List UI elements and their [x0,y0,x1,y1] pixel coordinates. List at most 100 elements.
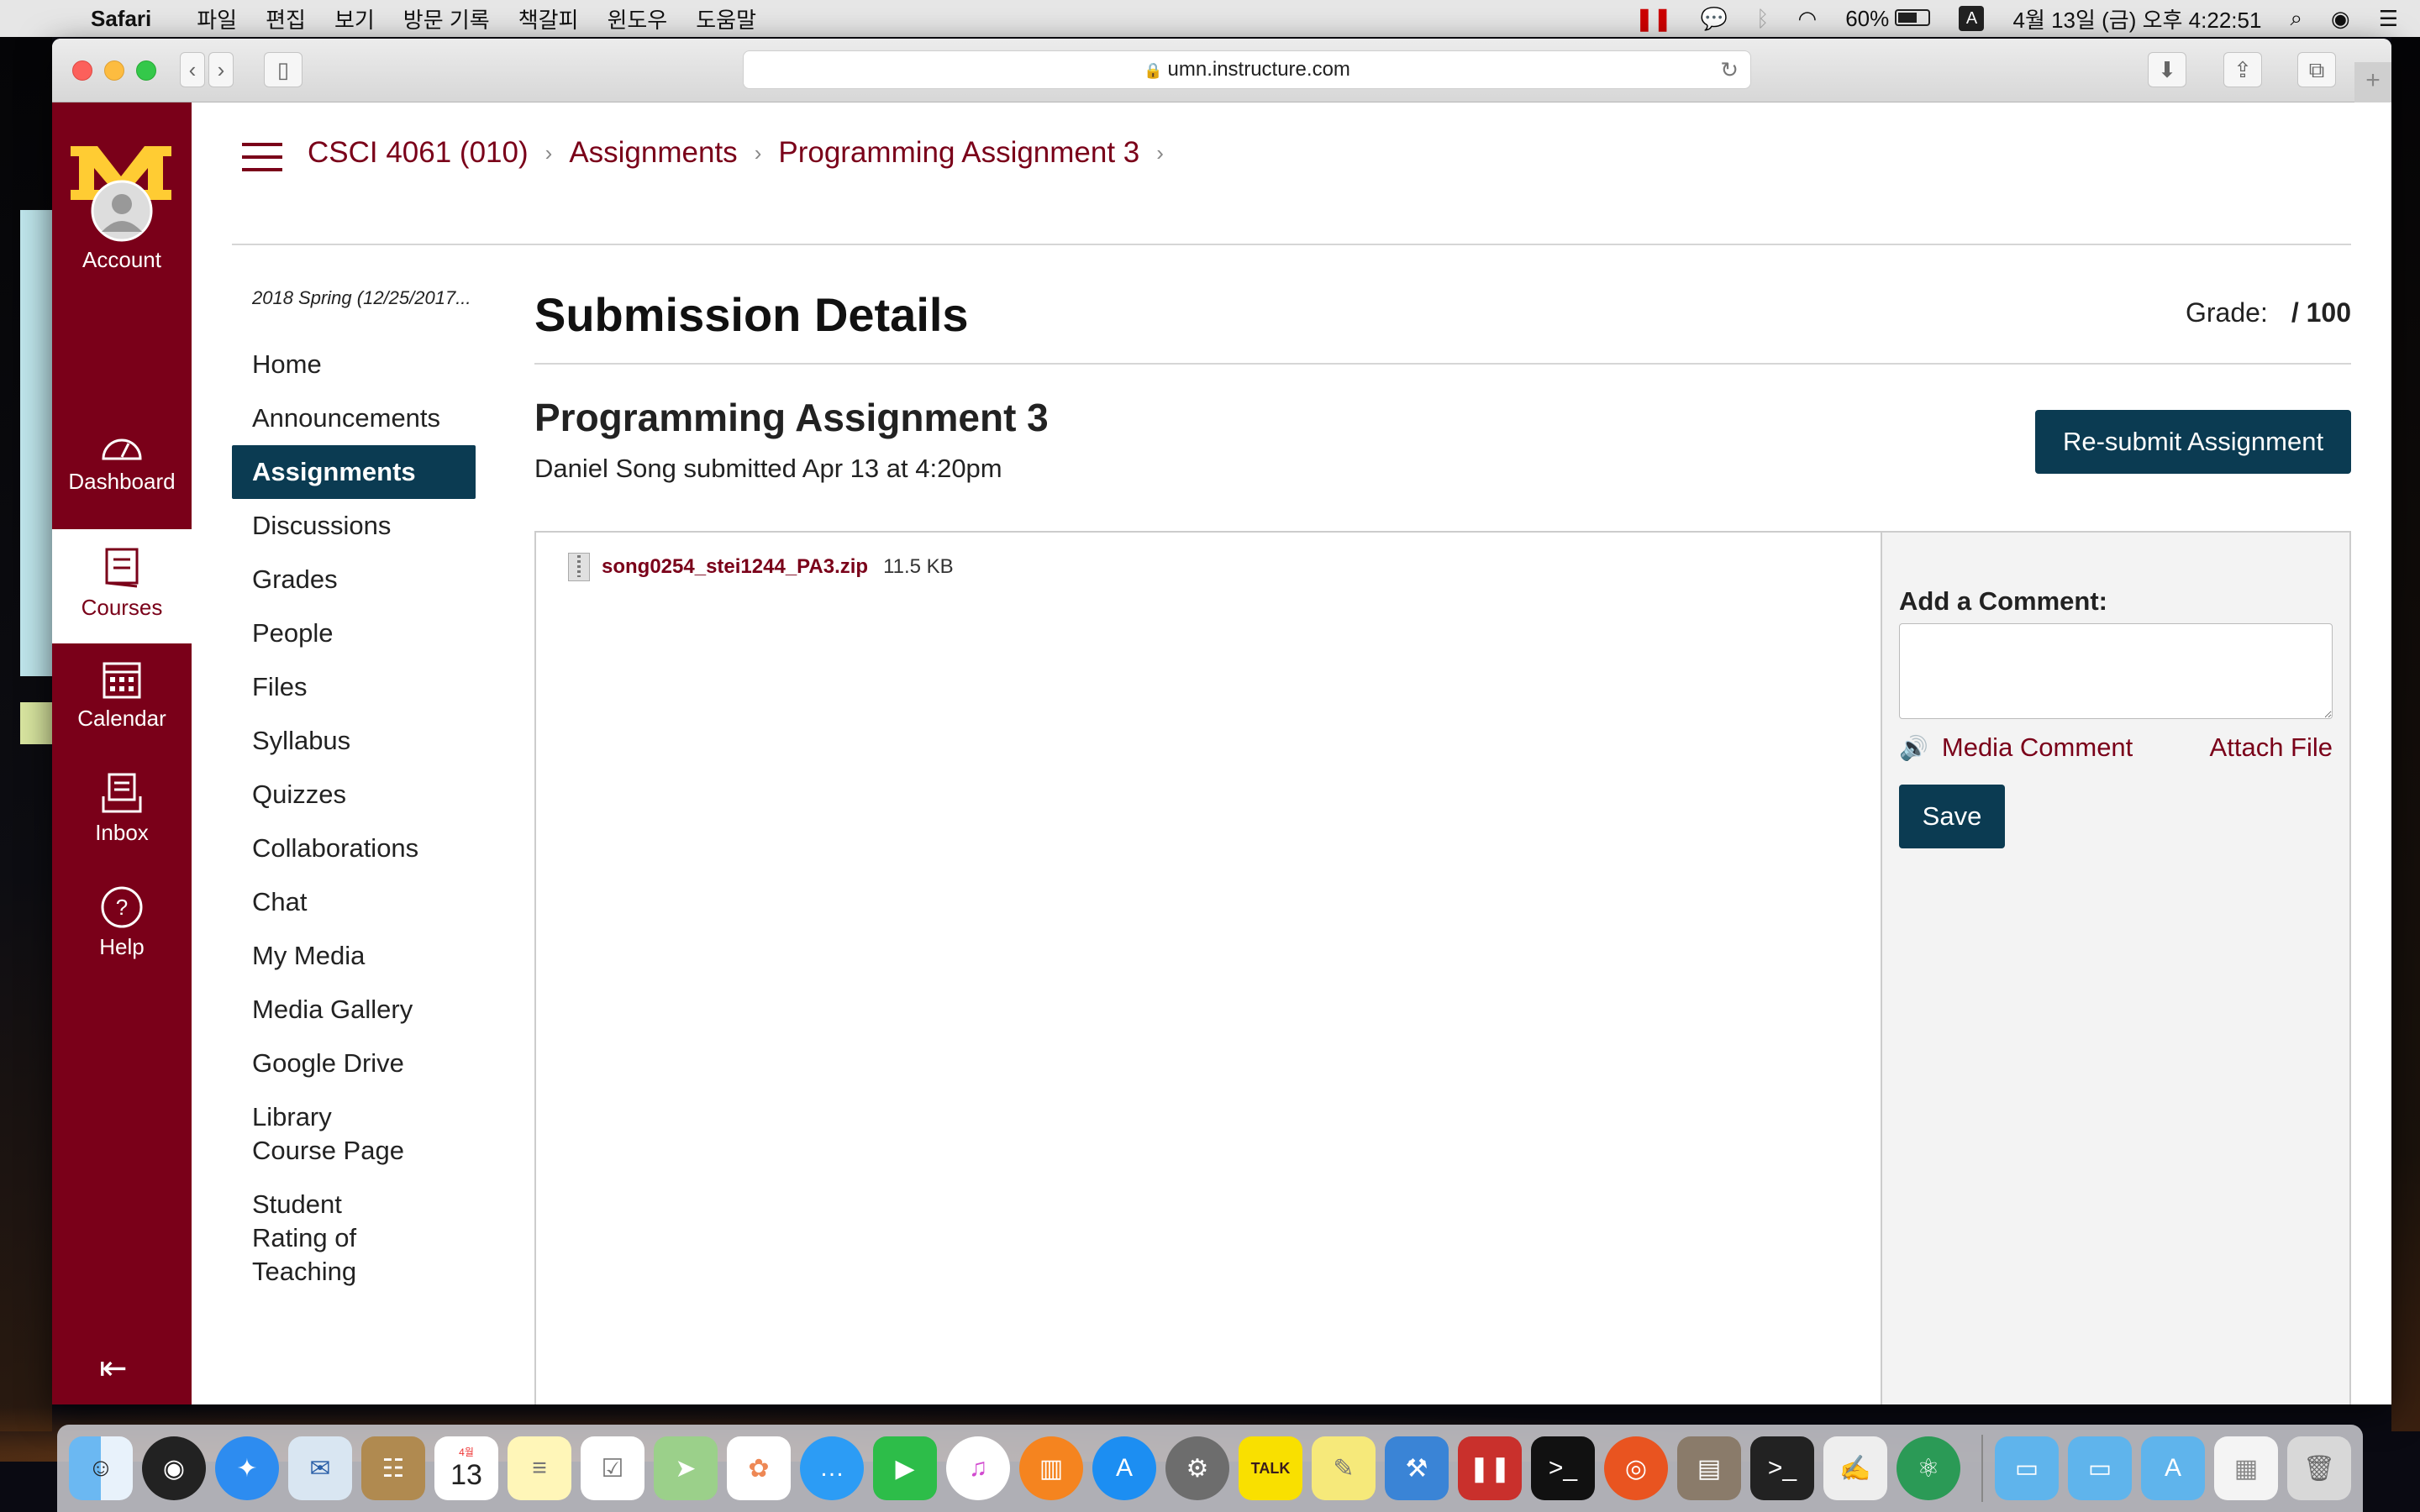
trash-icon[interactable]: 🗑 [2287,1436,2351,1500]
downloads-icon[interactable]: ⬇ [2148,52,2186,87]
menu-help[interactable]: 도움말 [696,3,756,34]
course-nav-quizzes[interactable]: Quizzes [232,768,476,822]
parallels-status-icon[interactable]: ❚❚ [1635,6,1672,32]
app-store-icon[interactable]: A [1092,1436,1156,1500]
course-nav-my-media[interactable]: My Media [232,929,476,983]
course-nav-assignments[interactable]: Assignments [232,445,476,499]
forward-button[interactable]: › [208,52,234,87]
save-comment-button[interactable]: Save [1899,785,2005,848]
global-nav-label: Inbox [95,820,149,845]
messages-icon[interactable]: … [800,1436,864,1500]
menu-history[interactable]: 방문 기록 [403,3,490,34]
minimize-window-button[interactable] [104,60,124,81]
close-window-button[interactable] [72,60,92,81]
bluetooth-icon[interactable]: ᛒ [1756,6,1770,32]
fullscreen-window-button[interactable] [136,60,156,81]
course-nav-announcements[interactable]: Announcements [232,391,476,445]
share-icon[interactable]: ⇪ [2223,52,2262,87]
global-nav-help[interactable]: ? Help [52,885,192,960]
itunes-icon[interactable]: ♫ [946,1436,1010,1500]
wifi-icon[interactable]: ◠ [1798,6,1818,32]
global-nav-calendar[interactable]: Calendar [52,659,192,732]
siri-dock-icon[interactable]: ◉ [142,1436,206,1500]
folder-icon-2[interactable]: ▭ [2068,1436,2132,1500]
folder-icon[interactable]: ▭ [1995,1436,2059,1500]
applications-folder-icon[interactable]: A [2141,1436,2205,1500]
xcode-icon[interactable]: ⚒ [1385,1436,1449,1500]
back-button[interactable]: ‹ [180,52,205,87]
chat-status-icon[interactable]: 💬 [1701,6,1728,32]
course-nav-library-course-page[interactable]: Library Course Page [232,1090,442,1178]
breadcrumb-separator-icon: › [544,139,553,165]
new-tab-button[interactable]: + [2354,62,2391,102]
menu-edit[interactable]: 편집 [266,3,306,34]
mail-icon[interactable]: ✉ [288,1436,352,1500]
spotlight-search-icon[interactable]: ⌕ [2290,5,2302,32]
comment-textarea[interactable] [1899,623,2333,719]
course-menu-toggle-icon[interactable] [242,143,282,173]
notes-icon[interactable]: ≡ [508,1436,571,1500]
course-nav-grades[interactable]: Grades [232,553,476,606]
preview-stack-icon[interactable]: ▦ [2214,1436,2278,1500]
course-nav-people[interactable]: People [232,606,476,660]
course-nav-collaborations[interactable]: Collaborations [232,822,476,875]
global-nav-inbox[interactable]: Inbox [52,771,192,846]
course-term: 2018 Spring (12/25/2017... [252,287,471,308]
collapse-nav-icon[interactable]: ⇤ [99,1349,128,1388]
global-nav-label: Account [82,247,161,272]
finder-icon[interactable]: ☺ [69,1436,133,1500]
address-bar[interactable]: 🔒 umn.instructure.com ↻ [743,50,1751,89]
course-nav-syllabus[interactable]: Syllabus [232,714,476,768]
textedit-icon[interactable]: ✍ [1823,1436,1887,1500]
attach-file-link[interactable]: Attach File [2210,732,2333,763]
parallels-icon[interactable]: ❚❚ [1458,1436,1522,1500]
archive-utility-icon[interactable]: ▤ [1677,1436,1741,1500]
course-nav-home[interactable]: Home [232,338,476,391]
global-nav-dashboard[interactable]: Dashboard [52,430,192,495]
resubmit-assignment-button[interactable]: Re-submit Assignment [2035,410,2351,474]
sidebar-toggle-icon[interactable]: ▯ [264,52,302,87]
menu-bookmarks[interactable]: 책갈피 [518,3,579,34]
reminders-icon[interactable]: ☑ [581,1436,644,1500]
notification-center-icon[interactable]: ☰ [2379,6,2398,32]
course-nav-files[interactable]: Files [232,660,476,714]
atom-icon[interactable]: ⚛ [1897,1436,1960,1500]
course-nav-discussions[interactable]: Discussions [232,499,476,553]
ibooks-icon[interactable]: ▥ [1019,1436,1083,1500]
course-nav-student-rating[interactable]: Student Rating of Teaching [232,1178,442,1299]
kakaotalk-icon[interactable]: TALK [1239,1436,1302,1500]
terminal-icon[interactable]: >_ [1531,1436,1595,1500]
tabs-overview-icon[interactable]: ⧉ [2297,52,2336,87]
maps-icon[interactable]: ➤ [654,1436,718,1500]
menubar-clock[interactable]: 4월 13일 (금) 오후 4:22:51 [2012,3,2261,34]
facetime-icon[interactable]: ▶ [873,1436,937,1500]
reload-icon[interactable]: ↻ [1720,51,1739,88]
breadcrumb-separator-icon: › [1156,139,1164,165]
course-nav-chat[interactable]: Chat [232,875,476,929]
breadcrumb-course[interactable]: CSCI 4061 (010) [308,136,529,170]
menu-file[interactable]: 파일 [197,3,237,34]
photos-icon[interactable]: ✿ [727,1436,791,1500]
menubar-app-name[interactable]: Safari [91,6,151,32]
input-source-icon[interactable]: A [1959,6,1985,31]
breadcrumb-assignment[interactable]: Programming Assignment 3 [778,136,1139,170]
media-comment-link[interactable]: Media Comment [1942,732,2133,762]
course-nav-google-drive[interactable]: Google Drive [232,1037,476,1090]
menu-view[interactable]: 보기 [334,3,375,34]
battery-status[interactable]: 60% [1845,6,1931,32]
ubuntu-icon[interactable]: ◎ [1604,1436,1668,1500]
breadcrumb-assignments[interactable]: Assignments [569,136,737,170]
terminal-2-icon[interactable]: >_ [1750,1436,1814,1500]
global-nav-account[interactable]: Account [52,180,192,306]
calendar-dock-icon[interactable]: 4월 13 [434,1436,498,1500]
course-nav-media-gallery[interactable]: Media Gallery [232,983,476,1037]
breadcrumb-separator-icon: › [754,139,762,165]
stickies-icon[interactable]: ✎ [1312,1436,1376,1500]
global-nav-courses[interactable]: Courses [52,529,192,643]
submitted-file-link[interactable]: song0254_stei1244_PA3.zip [602,555,868,579]
contacts-icon[interactable]: ☷ [361,1436,425,1500]
menu-window[interactable]: 윈도우 [607,3,667,34]
system-preferences-icon[interactable]: ⚙ [1165,1436,1229,1500]
safari-dock-icon[interactable]: ✦ [215,1436,279,1500]
siri-icon[interactable]: ◉ [2331,6,2350,32]
